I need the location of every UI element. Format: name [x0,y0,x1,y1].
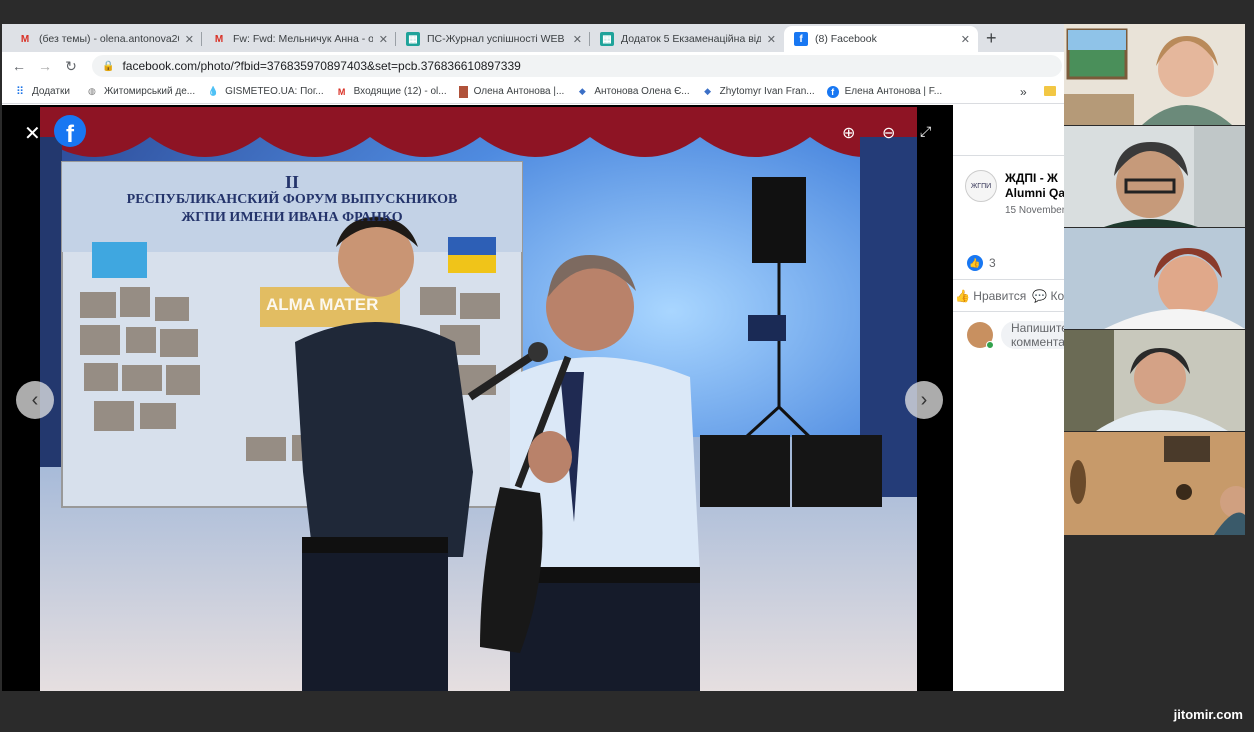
online-status-icon [986,341,994,349]
bookmark-item[interactable]: ◆ Zhytomyr Ivan Fran... [702,86,815,98]
participant-tile-2[interactable] [1064,126,1245,227]
sheets-icon: ▦ [600,32,614,46]
tab-bar: M (без темы) - olena.antonova2015 ✕ M Fw… [2,24,1064,52]
banner-line: ЖГПИ ИМЕНИ ИВАНА ФРАНКО [181,210,403,225]
fullscreen-icon[interactable]: ⤢ [920,123,931,140]
tab-sheets-1[interactable]: ▦ ПС-Журнал успішності WEB v.3 ✕ [396,26,590,52]
photo: II РЕСПУБЛИКАНСКИЙ ФОРУМ ВЫПУСКНИКОВ ЖГП… [40,107,917,691]
facebook-icon: f [794,32,808,46]
next-photo-button[interactable]: › [905,381,943,419]
gmail-icon: M [337,86,346,97]
bookmark-item[interactable]: ◆ Антонова Олена Є... [576,86,690,98]
address-bar[interactable]: 🔒 facebook.com/photo/?fbid=3768359708974… [92,55,1062,77]
close-icon[interactable]: ✕ [961,33,970,46]
avatar[interactable] [967,322,994,349]
screen: M (без темы) - olena.antonova2015 ✕ M Fw… [0,0,1254,732]
close-icon[interactable]: ✕ [767,33,776,46]
tab-gmail-1[interactable]: M (без темы) - olena.antonova2015 ✕ [8,26,202,52]
participant-tile-5[interactable] [1064,432,1245,535]
banner-brand: ALMA MATER [266,295,379,314]
thumb-icon: 👍 [955,289,970,303]
bookmark-item[interactable]: M Входящие (12) - ol... [336,86,447,98]
sheets-icon: ▦ [406,32,420,46]
close-icon[interactable]: ✕ [379,33,388,46]
lock-icon: 🔒 [102,60,115,72]
bookmarks-overflow-button[interactable]: » [1020,85,1027,99]
tab-sheets-2[interactable]: ▦ Додаток 5 Екзаменаційна відом ✕ [590,26,784,52]
banner-line: РЕСПУБЛИКАНСКИЙ ФОРУМ ВЫПУСКНИКОВ [126,192,458,207]
browser-toolbar: ← → ↻ 🔒 facebook.com/photo/?fbid=3768359… [2,52,1064,80]
diamond-icon: ◆ [704,86,712,96]
folder-icon[interactable] [1044,86,1056,96]
reaction-count[interactable]: 👍 3 [967,255,996,271]
post-actions: 👍 Нравится 💬 Комментировать [953,289,1064,303]
video-call-tiles [1064,24,1245,535]
participant-tile-4[interactable] [1064,330,1245,431]
globe-icon: ◍ [88,86,96,96]
facebook-logo[interactable]: f [54,115,86,147]
bookmarks-bar: ⠿ Додатки ◍ Житомирський де... 💧 GISMETE… [2,80,1064,104]
bookmark-item[interactable]: Олена Антонова |... [458,85,564,98]
bookmark-item[interactable]: ◍ Житомирський де... [86,86,195,98]
close-icon[interactable]: ✕ [24,121,41,146]
banner-numeral: II [284,172,299,192]
address-url: facebook.com/photo/?fbid=376835970897403… [122,59,521,73]
bookmark-item[interactable]: 💧 GISMETEO.UA: Пог... [207,86,323,98]
forward-icon[interactable]: → [32,58,58,74]
participant-tile-1[interactable] [1064,24,1245,125]
apps-icon: ⠿ [15,86,25,98]
drop-icon: 💧 [207,86,219,96]
gmail-icon: M [20,33,30,45]
diamond-icon: ◆ [578,86,586,96]
bookmark-apps[interactable]: ⠿ Додатки [14,86,70,98]
tab-label: Додаток 5 Екзаменаційна відом [621,33,761,45]
close-icon[interactable]: ✕ [185,33,194,46]
tab-label: (8) Facebook [815,33,877,45]
previous-photo-button[interactable]: ‹ [16,381,54,419]
doc-icon [458,85,468,98]
site-watermark: jitomir.com [1173,707,1243,722]
facebook-icon: f [826,85,839,98]
comment-composer: Напишите комментарий... [967,321,1064,349]
tab-label: ПС-Журнал успішності WEB v.3 [427,33,567,45]
zoom-in-icon[interactable]: ⊕ [842,123,855,143]
comment-icon: 💬 [1032,289,1048,303]
tab-label: (без темы) - olena.antonova2015 [39,33,179,45]
new-tab-button[interactable]: + [986,28,997,49]
chevron-right-icon: › [920,388,928,411]
page-name[interactable]: ЖДПІ - Ж Alumni Qa [1005,171,1064,201]
bookmark-item[interactable]: f Елена Антонова | F... [826,85,942,98]
back-icon[interactable]: ← [6,58,32,74]
comment-button[interactable]: 💬 Комментировать [1032,289,1064,303]
photo-banner: II РЕСПУБЛИКАНСКИЙ ФОРУМ ВЫПУСКНИКОВ ЖГП… [62,173,522,227]
participant-tile-3[interactable] [1064,228,1245,329]
post-date[interactable]: 15 November [1005,205,1064,216]
tab-facebook[interactable]: f (8) Facebook ✕ [784,26,978,52]
page-avatar[interactable]: ЖГПИ [965,170,997,202]
like-icon: 👍 [967,255,983,271]
gmail-icon: M [214,33,224,45]
reload-icon[interactable]: ↻ [58,58,84,75]
post-side-panel: ЖГПИ ЖДПІ - Ж Alumni Qa 15 November 👍 3 … [953,105,1064,691]
like-button[interactable]: 👍 Нравится [955,289,1026,303]
close-icon[interactable]: ✕ [573,33,582,46]
chevron-left-icon: ‹ [31,388,39,411]
photo-viewer: II РЕСПУБЛИКАНСКИЙ ФОРУМ ВЫПУСКНИКОВ ЖГП… [2,105,953,691]
comment-input[interactable]: Напишите комментарий... [1001,321,1064,349]
zoom-out-icon[interactable]: ⊖ [882,123,895,143]
tab-label: Fw: Fwd: Мельничук Анна - oler [233,33,373,45]
tab-gmail-2[interactable]: M Fw: Fwd: Мельничук Анна - oler ✕ [202,26,396,52]
